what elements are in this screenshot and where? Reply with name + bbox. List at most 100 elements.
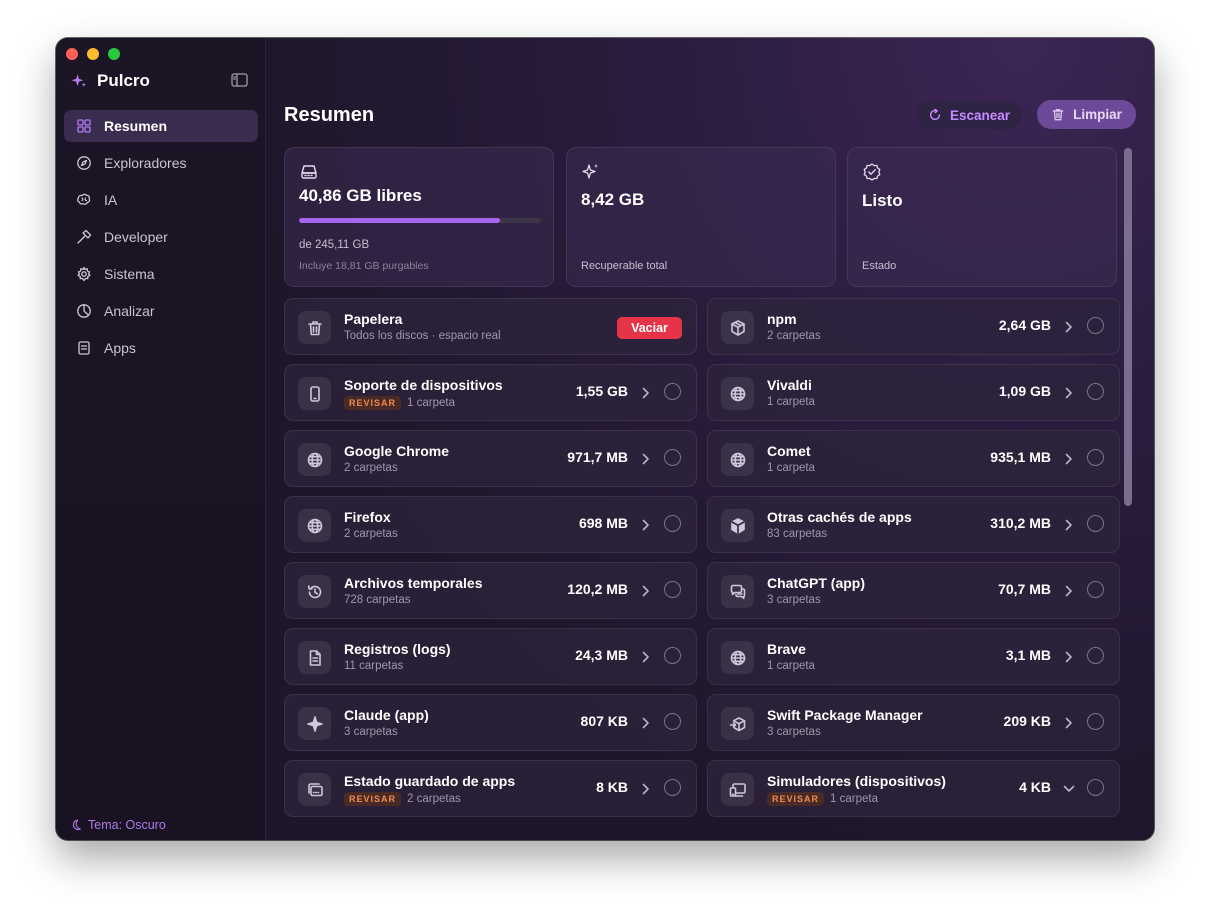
sidebar-item-label: Analizar — [104, 303, 155, 319]
row-size: 310,2 MB — [990, 515, 1051, 531]
chevron-right-icon[interactable] — [642, 387, 650, 399]
chevron-right-icon[interactable] — [1065, 651, 1073, 663]
row-title: Archivos temporales — [344, 575, 483, 591]
row-subtitle: Todos los discos · espacio real — [344, 330, 501, 342]
hard-drive-icon — [301, 165, 317, 179]
row-subtitle: 11 carpetas — [344, 660, 403, 672]
compass-icon — [77, 156, 91, 170]
sidebar-item-label: IA — [104, 192, 118, 208]
item-row-google-chrome[interactable]: Google Chrome 2 carpetas 971,7 MB — [284, 430, 697, 487]
row-title: Simuladores (dispositivos) — [767, 773, 946, 789]
chevron-right-icon[interactable] — [1065, 321, 1073, 333]
chevron-right-icon[interactable] — [1065, 585, 1073, 597]
trash-row[interactable]: Papelera Todos los discos · espacio real… — [284, 298, 697, 355]
row-title: Otras cachés de apps — [767, 509, 912, 525]
clean-button[interactable]: Limpiar — [1037, 100, 1136, 129]
row-size: 24,3 MB — [575, 647, 628, 663]
item-row-estado-guardado-de-apps[interactable]: Estado guardado de apps REVISAR 2 carpetas… — [284, 760, 697, 817]
theme-toggle[interactable]: Tema: Oscuro — [68, 818, 166, 832]
select-checkbox[interactable] — [664, 383, 681, 400]
row-subtitle-text: 728 carpetas — [344, 594, 411, 606]
item-row-archivos-temporales[interactable]: Archivos temporales 728 carpetas 120,2 MB — [284, 562, 697, 619]
item-row-npm[interactable]: npm 2 carpetas 2,64 GB — [707, 298, 1120, 355]
minimize-window-button[interactable] — [87, 48, 99, 60]
item-row-claude-app[interactable]: Claude (app) 3 carpetas 807 KB — [284, 694, 697, 751]
row-title: Vivaldi — [767, 377, 812, 393]
select-checkbox[interactable] — [664, 449, 681, 466]
row-subtitle-text: 3 carpetas — [767, 726, 821, 738]
sidebar-item-analizar[interactable]: Analizar — [64, 295, 258, 327]
row-subtitle: REVISAR 2 carpetas — [344, 792, 461, 806]
row-icon-box — [298, 575, 331, 608]
select-checkbox[interactable] — [1087, 317, 1104, 334]
select-checkbox[interactable] — [1087, 515, 1104, 532]
chevron-right-icon[interactable] — [1065, 387, 1073, 399]
chevron-right-icon[interactable] — [642, 585, 650, 597]
sidebar-toggle-icon[interactable] — [231, 73, 248, 87]
scrollbar[interactable] — [1122, 147, 1132, 819]
chevron-down-icon[interactable] — [1063, 785, 1075, 793]
sidebar-item-label: Developer — [104, 229, 168, 245]
row-size: 1,09 GB — [998, 383, 1051, 399]
select-checkbox[interactable] — [664, 647, 681, 664]
status-card: Listo Estado — [847, 147, 1117, 287]
select-checkbox[interactable] — [1087, 581, 1104, 598]
select-checkbox[interactable] — [1087, 449, 1104, 466]
row-icon-box — [721, 575, 754, 608]
chevron-right-icon[interactable] — [642, 651, 650, 663]
item-row-registros-logs[interactable]: Registros (logs) 11 carpetas 24,3 MB — [284, 628, 697, 685]
zoom-window-button[interactable] — [108, 48, 120, 60]
item-row-brave[interactable]: Brave 1 carpeta 3,1 MB — [707, 628, 1120, 685]
package-move-icon — [729, 716, 745, 731]
globe-icon — [730, 452, 745, 467]
clean-button-label: Limpiar — [1073, 107, 1122, 122]
sidebar-item-exploradores[interactable]: Exploradores — [64, 147, 258, 179]
chevron-right-icon[interactable] — [642, 519, 650, 531]
item-row-otras-caches-de-apps[interactable]: Otras cachés de apps 83 carpetas 310,2 MB — [707, 496, 1120, 553]
window-controls — [66, 48, 120, 60]
sidebar-item-resumen[interactable]: Resumen — [64, 110, 258, 142]
item-row-vivaldi[interactable]: Vivaldi 1 carpeta 1,09 GB — [707, 364, 1120, 421]
select-checkbox[interactable] — [1087, 713, 1104, 730]
empty-trash-button[interactable]: Vaciar — [617, 317, 682, 339]
row-subtitle-text: 3 carpetas — [767, 594, 821, 606]
sidebar-item-ia[interactable]: IA — [64, 184, 258, 216]
select-checkbox[interactable] — [664, 581, 681, 598]
select-checkbox[interactable] — [1087, 779, 1104, 796]
sidebar-item-apps[interactable]: Apps — [64, 332, 258, 364]
select-checkbox[interactable] — [1087, 647, 1104, 664]
row-subtitle: 1 carpeta — [767, 462, 815, 474]
item-row-swift-package-manager[interactable]: Swift Package Manager 3 carpetas 209 KB — [707, 694, 1120, 751]
chevron-right-icon[interactable] — [1065, 453, 1073, 465]
sidebar-item-label: Exploradores — [104, 155, 187, 171]
row-subtitle-text: 1 carpeta — [407, 397, 455, 409]
sidebar-item-sistema[interactable]: Sistema — [64, 258, 258, 290]
select-checkbox[interactable] — [1087, 383, 1104, 400]
chevron-right-icon[interactable] — [642, 717, 650, 729]
sidebar-item-developer[interactable]: Developer — [64, 221, 258, 253]
item-row-comet[interactable]: Comet 1 carpeta 935,1 MB — [707, 430, 1120, 487]
free-space-value: 40,86 GB libres — [299, 186, 422, 205]
select-checkbox[interactable] — [664, 779, 681, 796]
select-checkbox[interactable] — [664, 713, 681, 730]
scrollbar-thumb[interactable] — [1124, 148, 1132, 506]
select-checkbox[interactable] — [664, 515, 681, 532]
item-row-simuladores-dispositivos[interactable]: Simuladores (dispositivos) REVISAR 1 carpe… — [707, 760, 1120, 817]
chevron-right-icon[interactable] — [642, 453, 650, 465]
item-row-soporte-de-dispositivos[interactable]: Soporte de dispositivos REVISAR 1 carpeta 1… — [284, 364, 697, 421]
sparkle-logo-icon — [71, 74, 87, 87]
item-row-firefox[interactable]: Firefox 2 carpetas 698 MB — [284, 496, 697, 553]
scan-button[interactable]: Escanear — [916, 101, 1022, 129]
chevron-right-icon[interactable] — [642, 783, 650, 795]
item-row-chatgpt-app[interactable]: ChatGPT (app) 3 carpetas 70,7 MB — [707, 562, 1120, 619]
row-size: 120,2 MB — [567, 581, 628, 597]
chevron-right-icon[interactable] — [1065, 717, 1073, 729]
document-icon — [309, 649, 321, 666]
chevron-right-icon[interactable] — [1065, 519, 1073, 531]
row-size: 698 MB — [578, 515, 628, 531]
page-title: Resumen — [284, 104, 375, 126]
pie-chart-icon — [77, 304, 91, 318]
row-title: Soporte de dispositivos — [344, 377, 503, 393]
close-window-button[interactable] — [66, 48, 78, 60]
row-size: 209 KB — [1003, 713, 1051, 729]
